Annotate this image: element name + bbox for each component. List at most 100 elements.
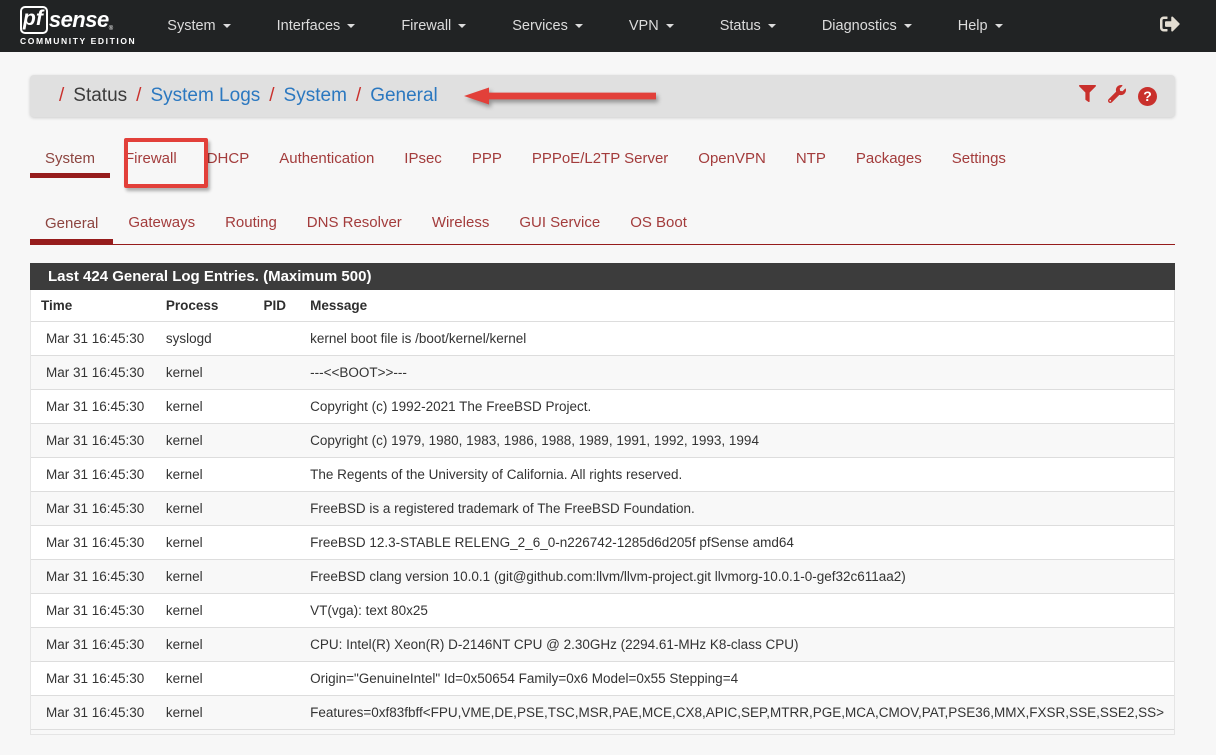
primary-tab-label: NTP <box>795 150 826 167</box>
log-table-row: Mar 31 16:45:30 kernel Origin="GenuineIn… <box>31 661 1174 696</box>
navbar-menu-item[interactable]: Diagnostics <box>807 18 927 34</box>
navbar-menu-item[interactable]: Interfaces <box>262 18 371 34</box>
column-header-process: Process <box>165 298 219 313</box>
primary-tab-label: System <box>45 150 96 167</box>
page-header-bar: / Status / System Logs / System / Genera… <box>30 75 1175 117</box>
breadcrumb-link[interactable]: System <box>284 85 347 107</box>
breadcrumb-link[interactable]: System Logs <box>150 85 260 107</box>
log-time-cell: Mar 31 16:45:30 <box>46 399 145 414</box>
navbar-menu-label: Interfaces <box>276 18 341 34</box>
system-log-subtabs: General Gateways Routing DNS Resolver Wi… <box>30 204 1175 245</box>
chevron-down-icon <box>665 24 674 28</box>
manage-log-button[interactable] <box>1107 84 1126 108</box>
navbar-menu-item[interactable]: Help <box>943 18 1018 34</box>
help-button[interactable]: ? <box>1138 86 1157 106</box>
primary-tab[interactable]: NTP <box>781 140 841 178</box>
pfsense-logo-wordmark: pf sense ® <box>20 6 136 34</box>
primary-tab[interactable]: DHCP <box>192 140 265 178</box>
pfsense-logo-edition: COMMUNITY EDITION <box>20 36 137 46</box>
secondary-tab[interactable]: DNS Resolver <box>292 204 417 244</box>
log-message-cell: CPU: Intel(R) Xeon(R) D-2146NT CPU @ 2.3… <box>310 637 799 652</box>
column-header-pid: PID <box>263 298 287 313</box>
primary-tab-label: Authentication <box>279 150 375 167</box>
primary-tab[interactable]: Settings <box>937 140 1021 178</box>
log-table-row: Mar 31 16:45:30 kernel CPU: Intel(R) Xeo… <box>31 627 1174 662</box>
partial-next-row <box>31 729 1174 734</box>
log-pid-cell <box>254 560 301 594</box>
log-table-row: Mar 31 16:45:30 kernel Copyright (c) 197… <box>31 423 1174 458</box>
log-table: Time Process PID Message Mar 31 16:45:30… <box>31 290 1174 729</box>
log-process-cell: kernel <box>165 535 203 550</box>
log-process-cell: kernel <box>165 433 203 448</box>
log-pid-cell <box>254 458 301 492</box>
log-table-row: Mar 31 16:45:30 kernel FreeBSD clang ver… <box>31 559 1174 594</box>
primary-tab[interactable]: Packages <box>841 140 937 178</box>
wrench-icon <box>1107 84 1126 108</box>
primary-tab[interactable]: PPP <box>457 140 517 178</box>
column-header-message: Message <box>310 298 368 313</box>
secondary-tab[interactable]: General <box>30 205 114 245</box>
navbar-menu-item[interactable]: Services <box>497 18 598 34</box>
secondary-tab[interactable]: OS Boot <box>615 204 702 244</box>
primary-tab[interactable]: OpenVPN <box>683 140 781 178</box>
log-panel: Last 424 General Log Entries. (Maximum 5… <box>30 263 1175 735</box>
log-table-row: Mar 31 16:45:30 syslogd kernel boot file… <box>31 321 1174 356</box>
navbar-menu-label: Status <box>719 18 761 34</box>
log-time-cell: Mar 31 16:45:30 <box>46 433 145 448</box>
log-message-cell: FreeBSD clang version 10.0.1 (git@github… <box>310 569 906 584</box>
log-process-cell: kernel <box>165 671 203 686</box>
primary-tab-label: DHCP <box>206 150 250 167</box>
secondary-tab[interactable]: GUI Service <box>504 204 615 244</box>
log-pid-cell <box>254 356 301 390</box>
primary-tab[interactable]: IPsec <box>389 140 457 178</box>
secondary-tab[interactable]: Wireless <box>417 204 505 244</box>
breadcrumb-item: / Status <box>50 85 127 107</box>
log-table-row: Mar 31 16:45:30 kernel VT(vga): text 80x… <box>31 593 1174 628</box>
log-process-cell: kernel <box>165 467 203 482</box>
log-panel-title: Last 424 General Log Entries. (Maximum 5… <box>48 268 372 285</box>
filter-button[interactable] <box>1079 85 1096 107</box>
navbar-menu-label: Help <box>957 18 988 34</box>
log-time-cell: Mar 31 16:45:30 <box>46 331 145 346</box>
primary-tab-label: PPP <box>471 150 502 167</box>
navbar-menu-item[interactable]: Firewall <box>386 18 481 34</box>
primary-tab-label: IPsec <box>404 150 442 167</box>
sign-out-button[interactable] <box>1160 14 1180 39</box>
secondary-tab[interactable]: Gateways <box>113 204 210 244</box>
log-message-cell: FreeBSD 12.3-STABLE RELENG_2_6_0-n226742… <box>310 535 794 550</box>
primary-tab[interactable]: Authentication <box>264 140 389 178</box>
pfsense-logo-sense: sense <box>48 7 109 32</box>
log-process-cell: kernel <box>165 569 203 584</box>
log-category-tabs: System Firewall DHCP Authentication IPse… <box>30 140 1175 178</box>
log-time-cell: Mar 31 16:45:30 <box>46 671 145 686</box>
breadcrumb-link: Status <box>73 85 128 106</box>
navbar-menu-item[interactable]: Status <box>705 18 791 34</box>
chevron-down-icon <box>458 24 467 28</box>
primary-tab[interactable]: System <box>30 140 111 178</box>
breadcrumb-separator: / <box>269 85 275 106</box>
log-table-row: Mar 31 16:45:30 kernel FreeBSD 12.3-STAB… <box>31 525 1174 560</box>
chevron-down-icon <box>994 24 1003 28</box>
log-pid-cell <box>254 390 301 424</box>
log-table-row: Mar 31 16:45:30 kernel ---<<BOOT>>--- <box>31 355 1174 390</box>
log-message-cell: The Regents of the University of Califor… <box>310 467 683 482</box>
log-table-header-row: Time Process PID Message <box>31 290 1174 322</box>
breadcrumb-separator: / <box>355 85 362 106</box>
chevron-down-icon <box>347 24 356 28</box>
pfsense-logo[interactable]: pf sense ® COMMUNITY EDITION <box>20 6 136 46</box>
navbar-menu-item[interactable]: System <box>152 18 245 34</box>
primary-tab[interactable]: Firewall <box>110 140 192 178</box>
top-navbar: pf sense ® COMMUNITY EDITION System Interf… <box>0 0 1216 52</box>
secondary-tab[interactable]: Routing <box>210 204 292 244</box>
navbar-menu-label: VPN <box>628 18 659 34</box>
secondary-tab-label: Gateways <box>128 214 196 231</box>
log-table-row: Mar 31 16:45:30 kernel The Regents of th… <box>31 457 1174 492</box>
log-message-cell: VT(vga): text 80x25 <box>310 603 428 618</box>
primary-tab-label: OpenVPN <box>698 150 766 167</box>
breadcrumb-link[interactable]: General <box>370 85 438 107</box>
navbar-menu-item[interactable]: VPN <box>614 18 689 34</box>
log-pid-cell <box>254 628 301 662</box>
breadcrumb-item: / System <box>260 85 347 107</box>
log-process-cell: kernel <box>165 637 203 652</box>
primary-tab[interactable]: PPPoE/L2TP Server <box>517 140 683 178</box>
